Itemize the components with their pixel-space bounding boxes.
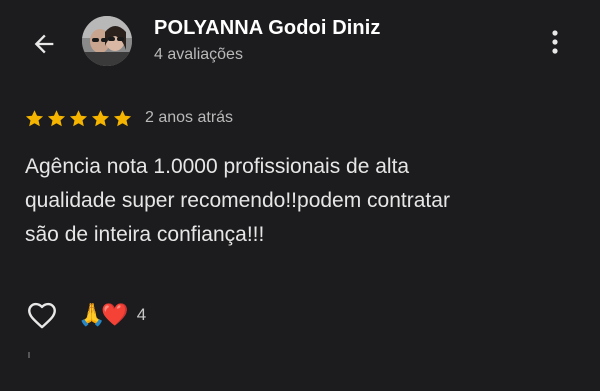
more-options-button[interactable] — [540, 24, 570, 60]
reviewer-name[interactable]: POLYANNA Godoi Diniz — [154, 17, 380, 40]
star-icon — [69, 109, 88, 126]
reaction-count: 4 — [136, 305, 147, 324]
heart-outline-icon — [28, 302, 56, 329]
avatar-image — [82, 16, 132, 66]
more-vert-icon — [552, 30, 558, 54]
review-header: POLYANNA Godoi Diniz 4 avaliações — [0, 0, 600, 86]
reactions[interactable]: 🙏❤️ 4 — [78, 300, 146, 330]
back-button[interactable] — [26, 26, 62, 62]
star-rating — [24, 108, 133, 129]
review-count: 4 avaliações — [154, 46, 243, 63]
star-icon — [47, 109, 66, 126]
star-icon — [25, 109, 44, 126]
scroll-indicator — [28, 352, 30, 358]
star-icon — [91, 109, 110, 126]
arrow-left-icon — [34, 34, 54, 54]
star-icon — [113, 109, 132, 126]
review-text: Agência nota 1.0000 profissionais de alt… — [25, 155, 450, 246]
reaction-emojis: 🙏❤️ — [78, 302, 129, 327]
avatar[interactable] — [82, 16, 132, 66]
review-date: 2 anos atrás — [145, 109, 234, 126]
like-button[interactable] — [22, 294, 62, 334]
rating-row: 2 anos atrás — [24, 106, 233, 130]
